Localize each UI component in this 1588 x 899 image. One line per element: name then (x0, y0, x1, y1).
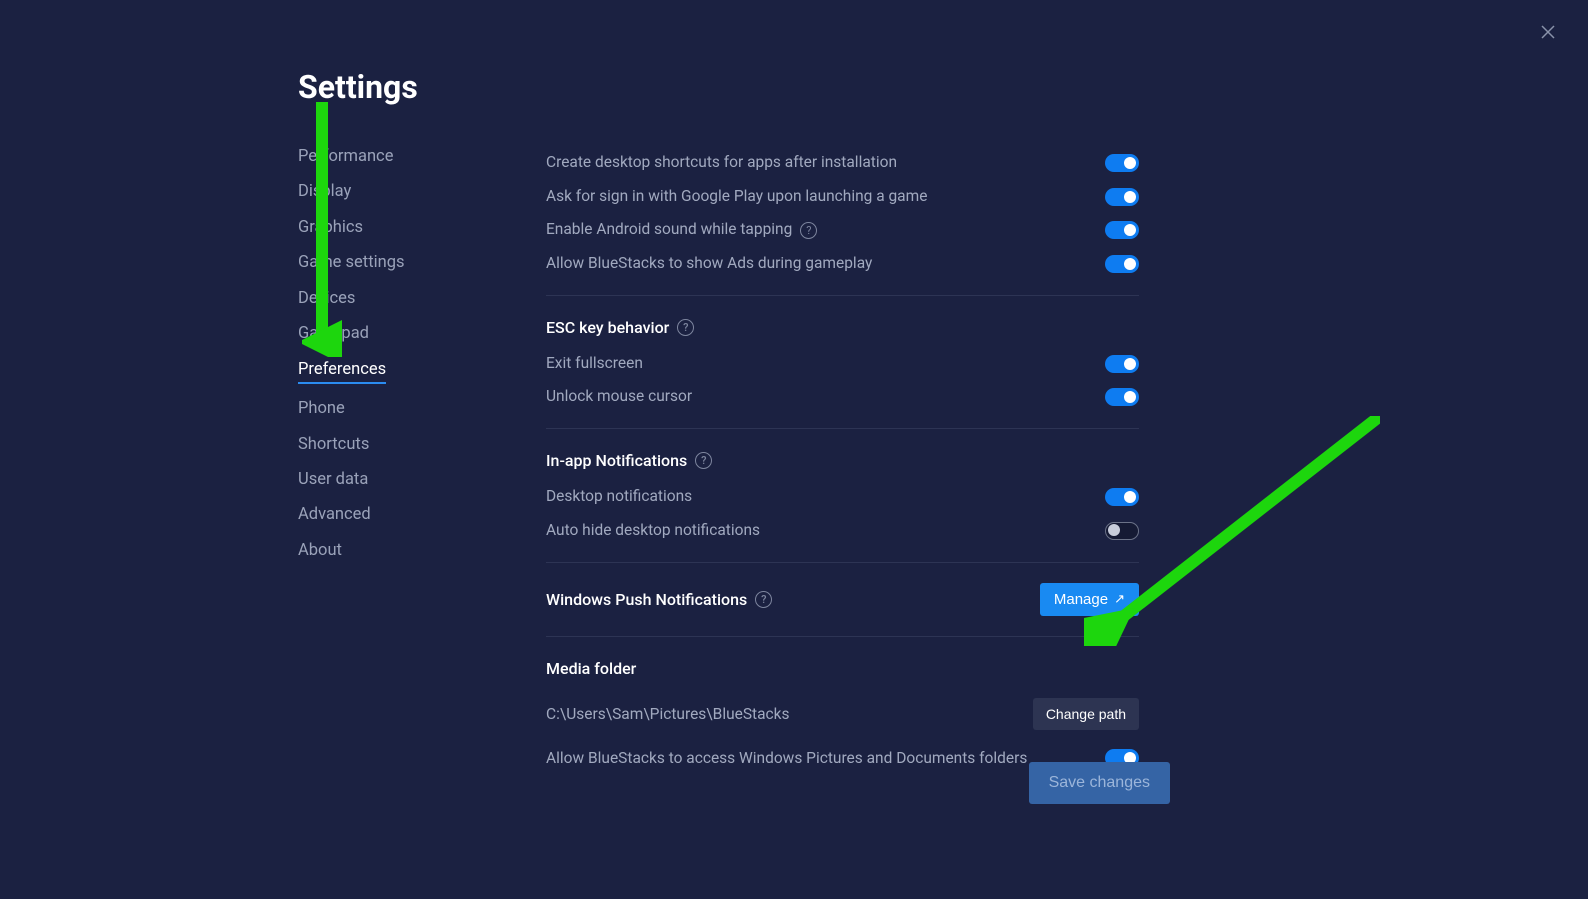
settings-sidebar: Performance Display Graphics Game settings D… (298, 144, 516, 775)
section-title-label: Media folder (546, 659, 636, 678)
change-path-button[interactable]: Change path (1033, 698, 1139, 730)
sidebar-item-devices[interactable]: Devices (298, 288, 355, 309)
section-title-label: In-app Notifications (546, 451, 687, 470)
pref-toggle-1[interactable] (1105, 188, 1139, 206)
divider (546, 295, 1139, 296)
pref-toggle-2[interactable] (1105, 221, 1139, 239)
setting-label: Ask for sign in with Google Play upon la… (546, 186, 927, 208)
close-icon (1539, 23, 1557, 41)
section-title-label: Windows Push Notifications (546, 590, 747, 609)
divider (546, 562, 1139, 563)
section-title-media: Media folder (546, 653, 1139, 692)
section-title-label: ESC key behavior (546, 318, 669, 337)
setting-label: Desktop notifications (546, 486, 692, 508)
help-icon[interactable]: ? (677, 319, 694, 336)
section-title-inapp: In-app Notifications ? (546, 445, 1139, 480)
sidebar-item-about[interactable]: About (298, 540, 342, 561)
manage-button-label: Manage (1054, 591, 1108, 608)
sidebar-item-shortcuts[interactable]: Shortcuts (298, 434, 369, 455)
section-title-push: Windows Push Notifications ? (546, 590, 772, 609)
sidebar-item-performance[interactable]: Performance (298, 146, 393, 167)
section-title-esc: ESC key behavior ? (546, 312, 1139, 347)
setting-label: Exit fullscreen (546, 353, 643, 375)
sidebar-item-preferences[interactable]: Preferences (298, 359, 386, 384)
page-title: Settings (298, 68, 1588, 106)
setting-label: Allow BlueStacks to show Ads during game… (546, 253, 872, 275)
setting-label: Enable Android sound while tapping? (546, 219, 817, 241)
manage-button[interactable]: Manage ↗ (1040, 583, 1139, 616)
media-folder-path: C:\Users\Sam\Pictures\BlueStacks (546, 705, 790, 723)
setting-label: Auto hide desktop notifications (546, 520, 760, 542)
inapp-toggle-0[interactable] (1105, 488, 1139, 506)
sidebar-item-phone[interactable]: Phone (298, 398, 345, 419)
save-changes-button[interactable]: Save changes (1029, 762, 1170, 804)
esc-toggle-1[interactable] (1105, 388, 1139, 406)
divider (546, 636, 1139, 637)
pref-toggle-3[interactable] (1105, 255, 1139, 273)
setting-label: Unlock mouse cursor (546, 386, 692, 408)
settings-content: Create desktop shortcuts for apps after … (516, 144, 1588, 775)
sidebar-item-display[interactable]: Display (298, 181, 351, 202)
external-link-icon: ↗ (1114, 591, 1125, 607)
sidebar-item-advanced[interactable]: Advanced (298, 504, 371, 525)
sidebar-item-graphics[interactable]: Graphics (298, 217, 363, 238)
inapp-toggle-1[interactable] (1105, 522, 1139, 540)
esc-toggle-0[interactable] (1105, 355, 1139, 373)
pref-toggle-0[interactable] (1105, 154, 1139, 172)
setting-label: Create desktop shortcuts for apps after … (546, 152, 897, 174)
help-icon[interactable]: ? (695, 452, 712, 469)
divider (546, 428, 1139, 429)
sidebar-item-gamepad[interactable]: Gamepad (298, 323, 369, 344)
help-icon[interactable]: ? (800, 222, 817, 239)
sidebar-item-game-settings[interactable]: Game settings (298, 252, 405, 273)
sidebar-item-user-data[interactable]: User data (298, 469, 368, 490)
setting-label: Allow BlueStacks to access Windows Pictu… (546, 748, 1027, 770)
close-button[interactable] (1536, 20, 1560, 44)
help-icon[interactable]: ? (755, 591, 772, 608)
